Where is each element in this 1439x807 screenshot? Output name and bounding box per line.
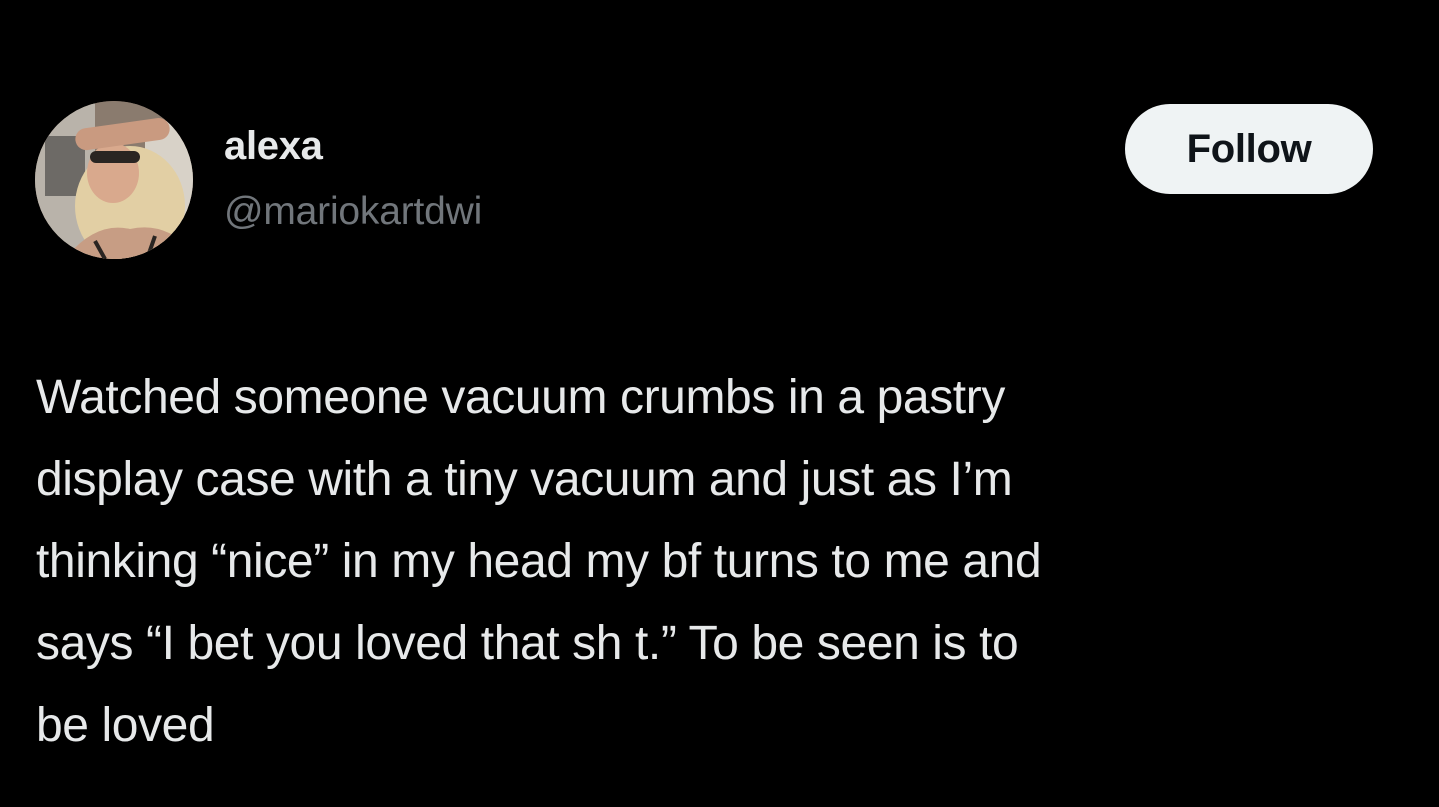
tweet-text-line: display case with a tiny vacuum and just… <box>36 453 1013 506</box>
author-handle[interactable]: @mariokartdwi <box>224 190 482 234</box>
tweet-card: alexa @mariokartdwi Follow Watched someo… <box>0 0 1439 807</box>
tweet-text-line: says “I bet you loved that sh t.” To be … <box>36 617 1019 670</box>
follow-button[interactable]: Follow <box>1125 104 1373 194</box>
profile-photo-icon <box>35 101 193 259</box>
tweet-text-line: Watched someone vacuum crumbs in a pastr… <box>36 371 1005 424</box>
tweet-text-line: be loved <box>36 699 215 752</box>
avatar[interactable] <box>35 101 193 259</box>
author-display-name[interactable]: alexa <box>224 124 323 169</box>
tweet-text: Watched someone vacuum crumbs in a pastr… <box>36 357 1406 767</box>
tweet-text-line: thinking “nice” in my head my bf turns t… <box>36 535 1042 588</box>
